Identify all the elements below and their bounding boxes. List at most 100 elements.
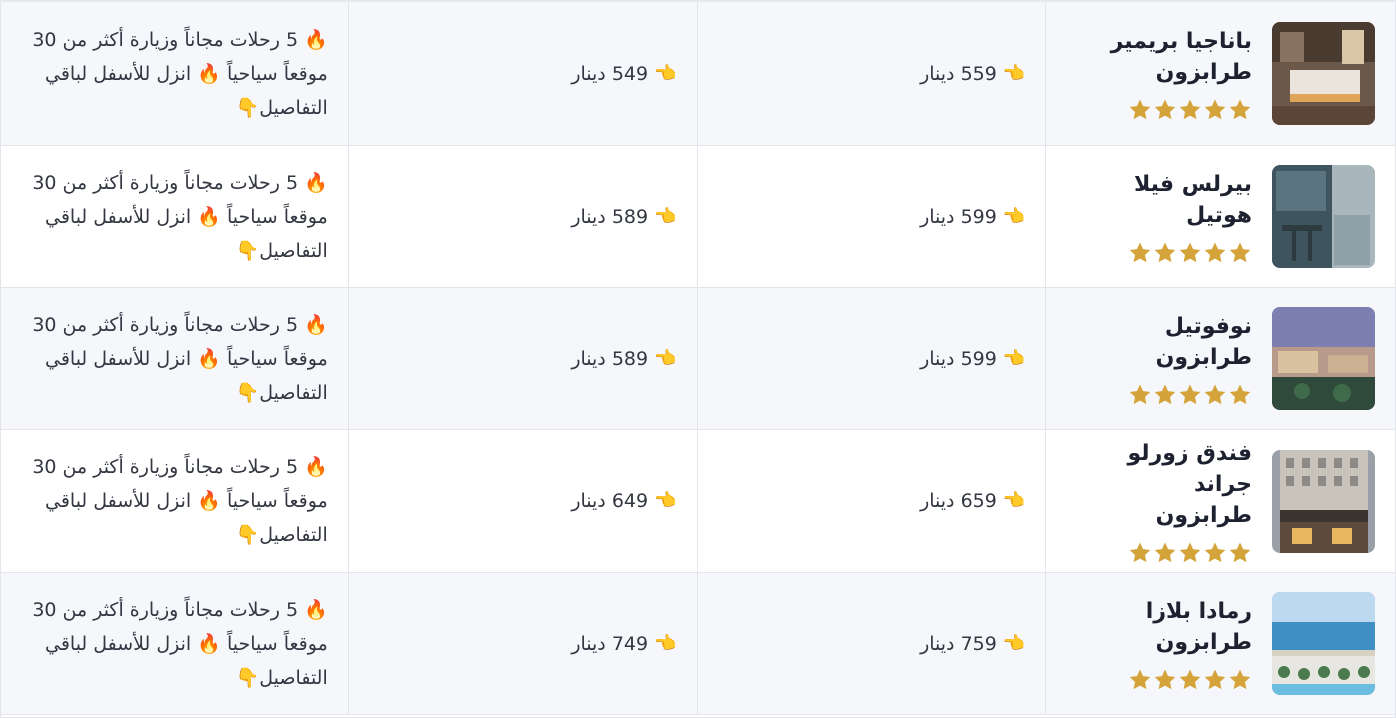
- price-value: 559 دينار: [920, 62, 997, 85]
- star-icon: [1179, 384, 1201, 404]
- price-cell: 👈 659 دينار: [696, 430, 1046, 572]
- star-rating: [1128, 241, 1252, 265]
- pointing-down-icon: 👇: [235, 96, 260, 119]
- pointing-hand-icon: 👈: [654, 632, 677, 654]
- star-rating: [1128, 541, 1252, 565]
- price-value: 659 دينار: [920, 490, 997, 512]
- star-rating: [1128, 383, 1252, 407]
- hotel-cell: نوفوتيل طرابزون: [1045, 288, 1395, 429]
- hotel-cell: رمادا بلازا طرابزون: [1045, 573, 1395, 714]
- hotel-name[interactable]: فندق زورلو جراند طرابزون: [1102, 438, 1252, 531]
- price-cell: 👈 759 دينار: [696, 573, 1046, 714]
- table-row: فندق زورلو جراند طرابزون 👈 659 دينار 👈 6…: [1, 430, 1395, 573]
- pointing-hand-icon: 👈: [654, 205, 677, 227]
- offer-cell: 🔥 5 رحلات مجاناً وزيارة أكثر من 30 موقعا…: [1, 288, 348, 429]
- price-cell: 👈 599 دينار: [696, 146, 1046, 287]
- hotel-name[interactable]: رمادا بلازا طرابزون: [1062, 596, 1252, 658]
- star-icon: [1179, 242, 1201, 262]
- hotel-thumbnail[interactable]: [1272, 592, 1375, 695]
- hotel-price-table: باناجيا بريمير طرابزون 👈 559 دينار 👈 549…: [0, 0, 1396, 718]
- pointing-hand-icon: 👈: [1002, 347, 1026, 369]
- hotel-cell: باناجيا بريمير طرابزون: [1045, 2, 1395, 145]
- offer-cell: 🔥 5 رحلات مجاناً وزيارة أكثر من 30 موقعا…: [1, 146, 348, 287]
- star-icon: [1229, 99, 1251, 119]
- fire-icon: 🔥: [197, 205, 221, 228]
- hotel-cell: فندق زورلو جراند طرابزون: [1045, 430, 1395, 572]
- star-icon: [1204, 242, 1226, 262]
- price-value: 649 دينار: [571, 490, 649, 512]
- price-cell: 👈 559 دينار: [696, 2, 1046, 145]
- pointing-hand-icon: 👈: [654, 347, 677, 369]
- pointing-hand-icon: 👈: [1002, 62, 1026, 84]
- price-cell: 👈 589 دينار: [347, 288, 697, 429]
- star-icon: [1129, 542, 1151, 562]
- star-icon: [1229, 669, 1251, 689]
- star-icon: [1154, 542, 1176, 562]
- hotel-name[interactable]: نوفوتيل طرابزون: [1062, 311, 1252, 373]
- price-cell: 👈 589 دينار: [347, 146, 697, 287]
- star-icon: [1154, 669, 1176, 689]
- hotel-thumbnail[interactable]: [1272, 449, 1375, 553]
- fire-icon: 🔥: [304, 28, 328, 51]
- price-cell: 👈 649 دينار: [347, 430, 697, 572]
- fire-icon: 🔥: [197, 347, 221, 370]
- price-value: 759 دينار: [920, 632, 997, 655]
- star-icon: [1229, 542, 1251, 562]
- star-icon: [1154, 242, 1176, 262]
- star-icon: [1154, 384, 1176, 404]
- offer-cell: 🔥 5 رحلات مجاناً وزيارة أكثر من 30 موقعا…: [1, 430, 348, 572]
- star-icon: [1229, 242, 1251, 262]
- fire-icon: 🔥: [197, 632, 221, 655]
- hotel-cell: بيرلس فيلا هوتيل: [1045, 146, 1395, 287]
- star-icon: [1179, 99, 1201, 119]
- fire-icon: 🔥: [304, 171, 328, 194]
- hotel-thumbnail[interactable]: [1272, 307, 1375, 410]
- star-icon: [1229, 384, 1251, 404]
- hotel-name[interactable]: بيرلس فيلا هوتيل: [1062, 169, 1252, 231]
- fire-icon: 🔥: [304, 598, 328, 621]
- star-icon: [1129, 242, 1151, 262]
- offer-cell: 🔥 5 رحلات مجاناً وزيارة أكثر من 30 موقعا…: [1, 2, 348, 145]
- star-icon: [1179, 542, 1201, 562]
- star-rating: [1128, 668, 1252, 692]
- star-icon: [1204, 384, 1226, 404]
- pointing-hand-icon: 👈: [654, 62, 677, 84]
- fire-icon: 🔥: [197, 62, 221, 85]
- fire-icon: 🔥: [197, 490, 221, 512]
- price-value: 549 دينار: [571, 62, 649, 85]
- offer-cell: 🔥 5 رحلات مجاناً وزيارة أكثر من 30 موقعا…: [1, 573, 348, 714]
- table-row: باناجيا بريمير طرابزون 👈 559 دينار 👈 549…: [1, 2, 1395, 146]
- table-row: نوفوتيل طرابزون 👈 599 دينار 👈 589 دينار: [1, 288, 1395, 430]
- hotel-name[interactable]: باناجيا بريمير طرابزون: [1102, 26, 1252, 88]
- price-cell: 👈 599 دينار: [696, 288, 1046, 429]
- price-cell: 👈 749 دينار: [347, 573, 697, 714]
- price-value: 749 دينار: [571, 632, 649, 655]
- price-value: 589 دينار: [571, 205, 649, 228]
- star-rating: [1128, 98, 1252, 122]
- table-row: رمادا بلازا طرابزون 👈 759 دينار 👈 749 دي…: [1, 573, 1395, 715]
- pointing-hand-icon: 👈: [1002, 632, 1026, 654]
- hotel-thumbnail[interactable]: [1272, 22, 1375, 125]
- star-icon: [1204, 542, 1226, 562]
- pointing-hand-icon: 👈: [1002, 205, 1026, 227]
- star-icon: [1179, 669, 1201, 689]
- pointing-down-icon: 👇: [235, 239, 260, 262]
- pointing-down-icon: 👇: [235, 524, 260, 546]
- pointing-down-icon: 👇: [235, 666, 260, 689]
- fire-icon: 🔥: [304, 313, 328, 336]
- pointing-hand-icon: 👈: [654, 490, 677, 511]
- star-icon: [1154, 99, 1176, 119]
- fire-icon: 🔥: [304, 456, 328, 478]
- star-icon: [1204, 99, 1226, 119]
- table-row: بيرلس فيلا هوتيل 👈 599 دينار 👈 589 دينار: [1, 146, 1395, 288]
- price-value: 599 دينار: [920, 205, 997, 228]
- price-cell: 👈 549 دينار: [347, 2, 697, 145]
- star-icon: [1129, 384, 1151, 404]
- price-value: 599 دينار: [920, 347, 997, 370]
- pointing-hand-icon: 👈: [1002, 490, 1026, 511]
- star-icon: [1204, 669, 1226, 689]
- pointing-down-icon: 👇: [235, 381, 260, 404]
- price-value: 589 دينار: [571, 347, 649, 370]
- star-icon: [1129, 669, 1151, 689]
- hotel-thumbnail[interactable]: [1272, 165, 1375, 268]
